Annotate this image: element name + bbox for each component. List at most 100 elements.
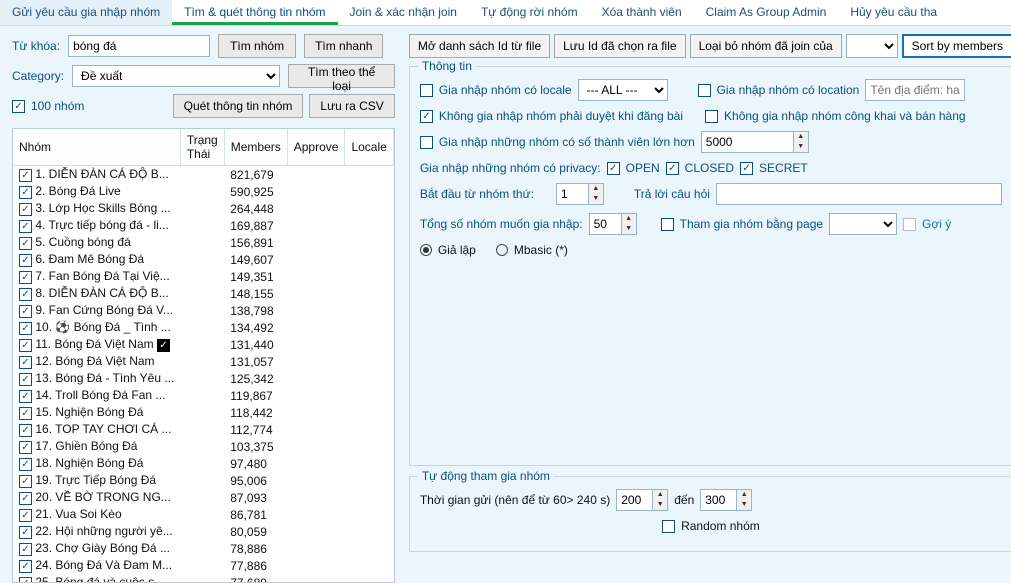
row-checkbox[interactable] [19,441,32,454]
table-row[interactable]: 18. Nghiện Bóng Đá97,480 [13,455,393,472]
save-csv-button[interactable]: Lưu ra CSV [309,94,394,118]
remove-joined-button[interactable]: Loại bỏ nhóm đã join của [690,34,842,58]
spin-down-icon[interactable]: ▼ [589,194,603,204]
spin-up-icon[interactable]: ▲ [653,490,667,500]
search-group-button[interactable]: Tìm nhóm [218,34,296,58]
time-from-input[interactable] [616,489,652,511]
min-members-checkbox[interactable] [420,136,433,149]
location-checkbox[interactable] [698,84,711,97]
spin-down-icon[interactable]: ▼ [737,500,751,510]
privacy-secret-checkbox[interactable] [740,162,753,175]
scan-info-button[interactable]: Quét thông tin nhóm [173,94,304,118]
tab-search-scan[interactable]: Tìm & quét thông tin nhóm [172,0,337,25]
join-by-page-checkbox[interactable] [661,218,674,231]
th-name[interactable]: Nhóm [13,129,180,166]
row-checkbox[interactable] [19,169,32,182]
hint-checkbox[interactable] [903,218,916,231]
answer-input[interactable] [716,183,1002,205]
table-row[interactable]: 16. TOP TAY CHƠI CÁ ...112,774 [13,421,393,438]
row-checkbox[interactable] [19,254,32,267]
th-approve[interactable]: Approve [287,129,345,166]
tab-cancel-request[interactable]: Hủy yêu cầu tha [838,0,949,25]
tab-auto-leave[interactable]: Tự động rời nhóm [469,0,590,25]
table-row[interactable]: 15. Nghiện Bóng Đá118,442 [13,404,393,421]
row-checkbox[interactable] [19,424,32,437]
row-checkbox[interactable] [19,543,32,556]
row-checkbox[interactable] [19,390,32,403]
save-id-file-button[interactable]: Lưu Id đã chọn ra file [554,34,685,58]
row-checkbox[interactable] [19,271,32,284]
tab-join-confirm[interactable]: Join & xác nhận join [338,0,469,25]
search-by-category-button[interactable]: Tìm theo thể loại [288,64,394,88]
privacy-open-checkbox[interactable] [607,162,620,175]
row-checkbox[interactable] [19,560,32,573]
quick-search-button[interactable]: Tìm nhanh [304,34,383,58]
th-locale[interactable]: Locale [345,129,393,166]
table-row[interactable]: 1. DIỄN ĐÀN CÁ ĐỘ B...821,679 [13,166,393,184]
spin-down-icon[interactable]: ▼ [653,500,667,510]
table-row[interactable]: 2. Bóng Đá Live590,925 [13,183,393,200]
total-join-spin[interactable]: ▲▼ [589,213,637,235]
mbasic-radio[interactable] [496,244,508,256]
category-select[interactable]: Đề xuất [72,65,280,87]
min-members-input[interactable] [701,131,793,153]
sort-members-button[interactable]: Sort by members [902,34,1011,58]
spin-up-icon[interactable]: ▲ [737,490,751,500]
table-row[interactable]: 7. Fan Bóng Đá Tại Việ...149,351 [13,268,393,285]
spin-up-icon[interactable]: ▲ [794,132,808,142]
tab-remove-member[interactable]: Xóa thành viên [590,0,694,25]
table-row[interactable]: 22. Hội những người yê...80,059 [13,523,393,540]
start-index-input[interactable] [556,183,588,205]
row-checkbox[interactable] [19,203,32,216]
table-row[interactable]: 9. Fan Cứng Bóng Đá V...138,798 [13,302,393,319]
row-checkbox[interactable] [19,220,32,233]
time-to-spin[interactable]: ▲▼ [700,489,752,511]
open-id-file-button[interactable]: Mở danh sách Id từ file [409,34,550,58]
time-from-spin[interactable]: ▲▼ [616,489,668,511]
row-checkbox[interactable] [19,186,32,199]
no-public-checkbox[interactable] [705,110,718,123]
row-checkbox[interactable] [19,322,32,335]
table-row[interactable]: 6. Đam Mê Bóng Đá149,607 [13,251,393,268]
table-row[interactable]: 3. Lớp Học Skills Bóng ...264,448 [13,200,393,217]
table-row[interactable]: 23. Chợ Giày Bóng Đá ...78,886 [13,540,393,557]
row-checkbox[interactable] [19,492,32,505]
owner-select[interactable] [846,34,898,58]
table-row[interactable]: 4. Trực tiếp bóng đá - li...169,887 [13,217,393,234]
row-checkbox[interactable] [19,577,32,583]
row-checkbox[interactable] [19,237,32,250]
row-checkbox[interactable] [19,339,32,352]
hint-link[interactable]: Gợi ý [922,217,951,231]
row-checkbox[interactable] [19,373,32,386]
tab-claim-admin[interactable]: Claim As Group Admin [694,0,839,25]
table-row[interactable]: 17. Ghiền Bóng Đá103,375 [13,438,393,455]
table-row[interactable]: 19. Trực Tiếp Bóng Đá95,006 [13,472,393,489]
random-group-checkbox[interactable] [662,520,675,533]
table-row[interactable]: 11. Bóng Đá Việt Nam 131,440 [13,336,393,353]
table-row[interactable]: 5. Cuồng bóng đá156,891 [13,234,393,251]
th-members[interactable]: Members [224,129,287,166]
table-row[interactable]: 10. ⚽ Bóng Đá _ Tình ...134,492 [13,319,393,336]
page-select[interactable] [829,213,897,235]
spin-down-icon[interactable]: ▼ [622,224,636,234]
min-members-spin[interactable]: ▲▼ [701,131,809,153]
row-checkbox[interactable] [19,475,32,488]
row-checkbox[interactable] [19,407,32,420]
table-row[interactable]: 14. Troll Bóng Đá Fan ...119,867 [13,387,393,404]
table-row[interactable]: 8. DIỄN ĐÀN CÁ ĐỘ B...148,155 [13,285,393,302]
table-row[interactable]: 21. Vua Soi Kèo86,781 [13,506,393,523]
keyword-input[interactable] [68,35,210,57]
start-index-spin[interactable]: ▲▼ [556,183,604,205]
no-pending-checkbox[interactable] [420,110,433,123]
row-checkbox[interactable] [19,305,32,318]
emulator-radio[interactable] [420,244,432,256]
table-row[interactable]: 13. Bóng Đá - Tình Yêu ...125,342 [13,370,393,387]
row-checkbox[interactable] [19,526,32,539]
tab-send-request[interactable]: Gửi yêu cầu gia nhập nhóm [0,0,172,25]
location-input[interactable] [865,79,965,101]
spin-down-icon[interactable]: ▼ [794,142,808,152]
row-checkbox[interactable] [19,288,32,301]
locale-checkbox[interactable] [420,84,433,97]
table-row[interactable]: 12. Bóng Đá Việt Nam131,057 [13,353,393,370]
th-status[interactable]: Trạng Thái [180,129,224,166]
